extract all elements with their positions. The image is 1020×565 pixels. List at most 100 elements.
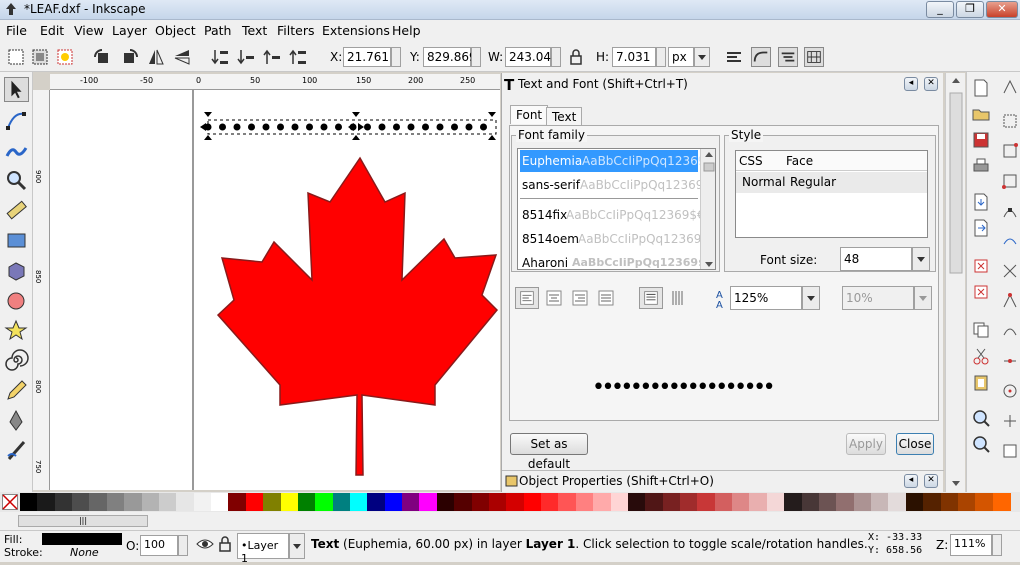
menu-layer[interactable]: Layer [112, 23, 147, 38]
raise-to-top-icon[interactable] [288, 47, 308, 67]
align-justify-icon[interactable] [594, 287, 618, 309]
calligraphy-tool-icon[interactable] [4, 438, 29, 463]
lower-icon[interactable] [236, 47, 256, 67]
color-swatch[interactable] [662, 493, 681, 511]
zoom-drawing-icon[interactable] [971, 434, 991, 454]
zoom-spinner[interactable] [992, 534, 1002, 556]
color-swatch[interactable] [350, 493, 368, 511]
color-swatch[interactable] [488, 493, 507, 511]
menu-text[interactable]: Text [242, 23, 267, 38]
color-swatch[interactable] [558, 493, 577, 511]
menu-file[interactable]: File [6, 23, 27, 38]
maple-leaf[interactable] [216, 156, 499, 476]
align-left-icon[interactable] [515, 287, 539, 309]
line-spacing-dropdown[interactable] [802, 286, 820, 310]
font-item[interactable]: Aharoni AaBbCcIiPpQq12369$ [520, 252, 706, 269]
w-spinner[interactable] [551, 47, 561, 67]
scale-corners-icon[interactable] [751, 47, 771, 67]
letter-spacing-dropdown[interactable] [914, 286, 932, 310]
import-icon[interactable] [971, 192, 991, 212]
style-row[interactable]: Normal Regular [736, 172, 927, 193]
y-input[interactable]: 829.869 [423, 47, 477, 67]
snap-smooth-icon[interactable] [1001, 322, 1019, 340]
select-tool-icon[interactable] [4, 77, 29, 102]
color-swatch[interactable] [992, 493, 1011, 511]
color-swatch[interactable] [297, 493, 316, 511]
style-list[interactable]: CSS Face Normal Regular [735, 150, 928, 238]
redo-icon[interactable] [971, 282, 991, 302]
color-swatch[interactable] [332, 493, 351, 511]
object-properties-dock[interactable]: Object Properties (Shift+Ctrl+O) ◂ ✕ [502, 470, 944, 492]
color-swatch[interactable] [228, 493, 247, 511]
color-swatch[interactable] [211, 493, 230, 511]
dialog-iconify-button[interactable]: ◂ [904, 77, 918, 91]
color-swatch[interactable] [697, 493, 716, 511]
color-swatch[interactable] [245, 493, 264, 511]
color-swatch[interactable] [593, 493, 612, 511]
color-swatch[interactable] [923, 493, 942, 511]
3d-box-tool-icon[interactable] [4, 258, 29, 283]
color-swatch[interactable] [940, 493, 959, 511]
color-swatch[interactable] [714, 493, 733, 511]
snap-bbox-corner-icon[interactable] [1001, 172, 1019, 190]
color-swatch[interactable] [749, 493, 768, 511]
open-folder-icon[interactable] [971, 104, 991, 124]
fill-swatch[interactable] [42, 533, 122, 545]
color-swatch[interactable] [176, 493, 195, 511]
color-swatch[interactable] [506, 493, 525, 511]
color-swatch[interactable] [871, 493, 890, 511]
font-item[interactable]: Euphemia AaBbCcIiPpQq12369 [520, 150, 705, 172]
letter-spacing-input[interactable]: 10% [842, 286, 914, 310]
color-swatch[interactable] [836, 493, 855, 511]
close-button[interactable]: Close [896, 433, 934, 455]
color-swatch[interactable] [124, 493, 143, 511]
zoom-selection-icon[interactable] [971, 408, 991, 428]
ellipse-tool-icon[interactable] [4, 288, 29, 313]
no-paint-swatch-icon[interactable] [2, 494, 18, 510]
font-item[interactable]: 8514fix AaBbCcIiPpQq12369$€ [520, 204, 705, 226]
w-input[interactable]: 243.047 [505, 47, 559, 67]
color-swatch[interactable] [610, 493, 629, 511]
h-input[interactable]: 7.031 [612, 47, 656, 67]
tab-text[interactable]: Text [546, 107, 583, 127]
color-swatch[interactable] [367, 493, 386, 511]
snap-bbox-edge-icon[interactable] [1001, 142, 1019, 160]
color-swatch[interactable] [784, 493, 803, 511]
color-swatch[interactable] [680, 493, 698, 511]
minimize-button[interactable]: _ [926, 1, 954, 18]
copy-icon[interactable] [971, 320, 991, 340]
font-item[interactable]: 8514oem AaBbCcIiPpQq12369 [520, 228, 701, 250]
flip-vertical-icon[interactable] [172, 47, 192, 67]
font-list-scrollbar[interactable] [700, 149, 715, 269]
cut-icon[interactable] [971, 346, 991, 366]
color-swatch[interactable] [54, 493, 73, 511]
font-family-list[interactable]: Euphemia AaBbCcIiPpQq12369 sans-serif AaBb… [517, 148, 716, 270]
palette-scrollbar[interactable]: ||| [0, 512, 1020, 530]
horizontal-text-icon[interactable] [639, 287, 663, 309]
move-patterns-icon[interactable] [804, 47, 824, 67]
tab-font[interactable]: Font [510, 105, 549, 124]
opacity-spinner[interactable] [178, 535, 188, 556]
x-spinner[interactable] [391, 47, 401, 67]
deselect-icon[interactable] [55, 47, 75, 67]
color-swatch[interactable] [645, 493, 664, 511]
color-swatch[interactable] [436, 493, 455, 511]
vertical-text-icon[interactable] [666, 287, 690, 309]
new-document-icon[interactable] [971, 78, 991, 98]
color-swatch[interactable] [37, 493, 56, 511]
color-swatch[interactable] [766, 493, 785, 511]
menu-filters[interactable]: Filters [277, 23, 314, 38]
pen-tool-icon[interactable] [4, 408, 29, 433]
select-all-icon[interactable] [6, 47, 26, 67]
rotate-cw-icon[interactable] [120, 47, 140, 67]
color-swatch[interactable] [20, 493, 38, 511]
color-swatch[interactable] [315, 493, 334, 511]
menu-extensions[interactable]: Extensions [322, 23, 390, 38]
raise-icon[interactable] [262, 47, 282, 67]
drawing-canvas[interactable] [50, 90, 500, 490]
undo-icon[interactable] [971, 256, 991, 276]
stroke-value[interactable]: None [70, 546, 99, 559]
line-spacing-input[interactable]: 125% [730, 286, 802, 310]
unit-select[interactable]: px [668, 47, 694, 67]
color-swatch[interactable] [957, 493, 976, 511]
